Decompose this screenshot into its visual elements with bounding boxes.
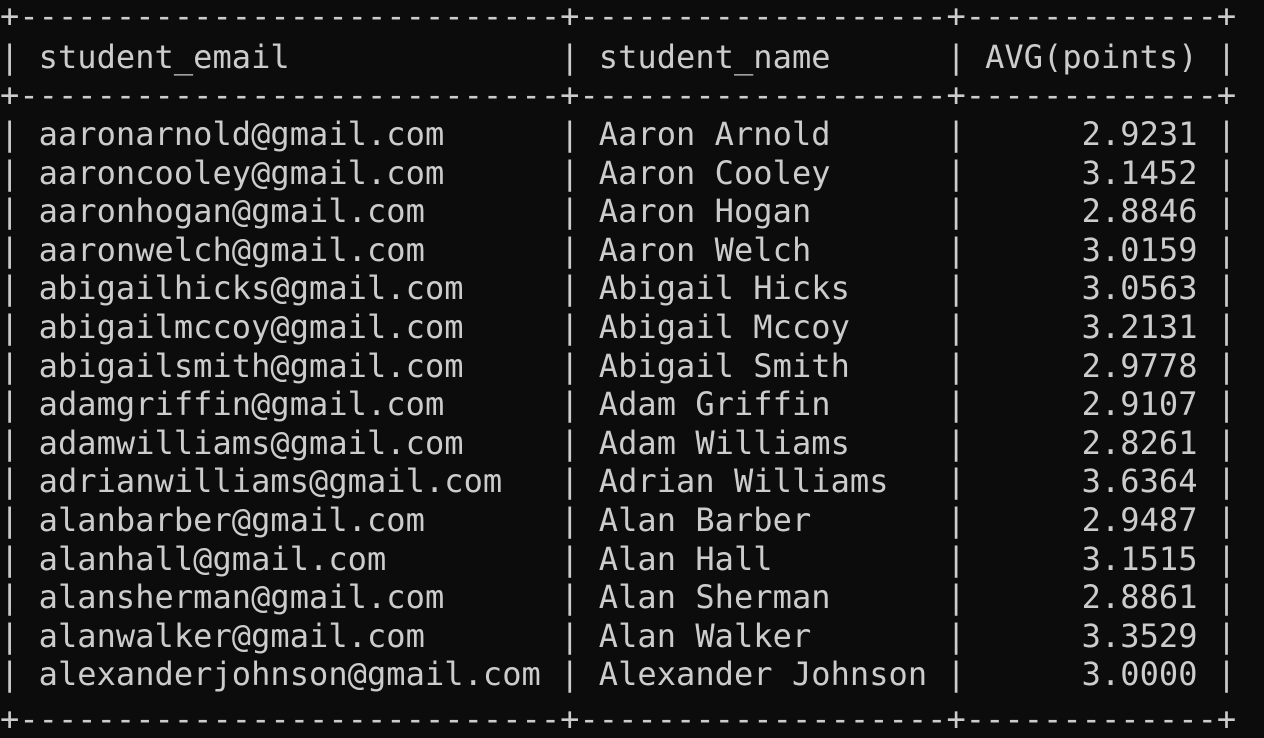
table-header-separator: +----------------------------+----------… <box>0 76 1237 114</box>
table-header-row: | student_email | student_name | AVG(poi… <box>0 38 1237 76</box>
table-row: | abigailmccoy@gmail.com | Abigail Mccoy… <box>0 308 1237 346</box>
table-row: | alanhall@gmail.com | Alan Hall | 3.151… <box>0 539 1237 578</box>
table-top-border: +----------------------------+----------… <box>0 0 1237 35</box>
table-row: | adrianwilliams@gmail.com | Adrian Will… <box>0 462 1237 501</box>
table-row: | adamgriffin@gmail.com | Adam Griffin |… <box>0 385 1237 424</box>
table-row: | alansherman@gmail.com | Alan Sherman |… <box>0 578 1237 617</box>
table-row: | alanwalker@gmail.com | Alan Walker | 3… <box>0 616 1237 655</box>
table-row: | abigailhicks@gmail.com | Abigail Hicks… <box>0 269 1237 308</box>
table-row: | aaroncooley@gmail.com | Aaron Cooley |… <box>0 153 1237 192</box>
table-row: | alexanderjohnson@gmail.com | Alexander… <box>0 655 1237 694</box>
table-row: | aaronarnold@gmail.com | Aaron Arnold |… <box>0 115 1237 153</box>
table-row: | abigailsmith@gmail.com | Abigail Smith… <box>0 346 1237 385</box>
table-row: | aaronhogan@gmail.com | Aaron Hogan | 2… <box>0 192 1237 231</box>
table-row: | adamwilliams@gmail.com | Adam Williams… <box>0 423 1237 462</box>
table-row: | alanbarber@gmail.com | Alan Barber | 2… <box>0 501 1237 539</box>
terminal-output: +----------------------------+----------… <box>0 0 1264 738</box>
table-bottom-border: +----------------------------+----------… <box>0 700 1237 738</box>
table-row: | aaronwelch@gmail.com | Aaron Welch | 3… <box>0 230 1237 269</box>
